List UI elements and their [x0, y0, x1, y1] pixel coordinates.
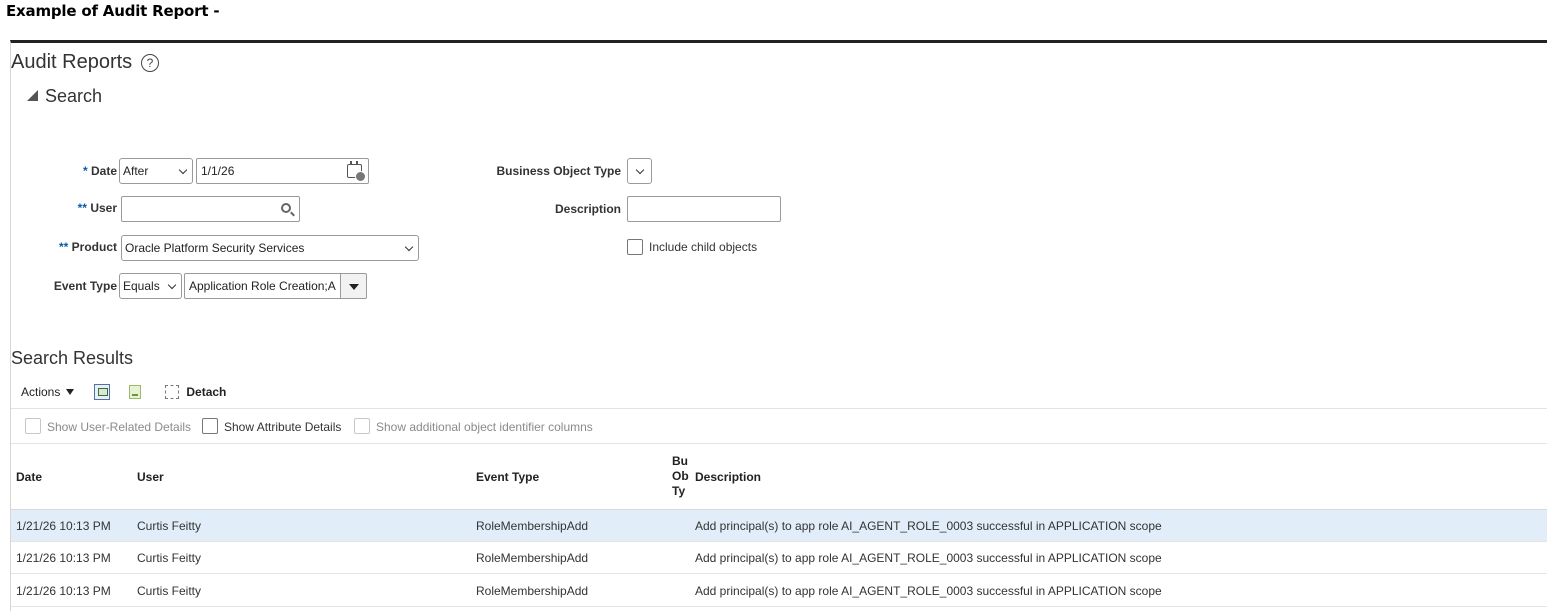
table-row[interactable]: 1/21/26 10:13 PM Curtis Feitty RoleMembe… — [11, 575, 1547, 607]
cell-description: Add principal(s) to app role AI_AGENT_RO… — [695, 584, 1162, 598]
cell-user: Curtis Feitty — [137, 519, 202, 533]
column-header-event-type[interactable]: Event Type — [476, 470, 539, 484]
column-header-business-object-type[interactable]: Bu Ob Ty — [672, 454, 692, 499]
date-operator-select[interactable]: After — [119, 158, 193, 184]
show-user-related-details-checkbox — [25, 418, 41, 434]
cell-user: Curtis Feitty — [137, 551, 202, 565]
required-marker: ** — [77, 201, 87, 215]
show-attribute-details-label: Show Attribute Details — [224, 420, 342, 434]
freeze-column-icon[interactable] — [129, 385, 142, 399]
collapse-triangle-icon — [27, 90, 38, 101]
description-input[interactable] — [627, 196, 781, 222]
include-child-objects-label: Include child objects — [649, 240, 758, 254]
search-section-label: Search — [45, 86, 103, 106]
search-results-title: Search Results — [11, 348, 134, 368]
event-type-operator-select[interactable]: Equals — [119, 273, 182, 299]
show-attribute-details-checkbox[interactable] — [202, 418, 218, 434]
date-input[interactable]: 1/1/26 — [196, 158, 369, 184]
results-table-header: Date User Event Type Bu Ob Ty Descriptio… — [11, 444, 1547, 510]
search-icon[interactable] — [281, 203, 291, 213]
product-label: ** Product — [58, 240, 117, 254]
detach-icon[interactable] — [165, 385, 180, 399]
column-header-date[interactable]: Date — [16, 470, 42, 484]
business-object-type-label: Business Object Type — [496, 164, 621, 178]
cell-date: 1/21/26 10:13 PM — [16, 551, 111, 565]
event-type-input[interactable]: Application Role Creation;A — [184, 273, 341, 299]
required-marker: ** — [58, 240, 69, 254]
cell-description: Add principal(s) to app role AI_AGENT_RO… — [695, 519, 1162, 533]
include-child-objects-checkbox[interactable] — [627, 239, 643, 255]
page-title: Audit Reports — [11, 51, 133, 73]
column-header-description[interactable]: Description — [695, 470, 761, 484]
export-to-excel-icon[interactable] — [94, 384, 111, 400]
search-section-toggle[interactable]: Search — [27, 86, 102, 107]
help-icon[interactable]: ? — [141, 54, 159, 72]
cell-description: Add principal(s) to app role AI_AGENT_RO… — [695, 551, 1162, 565]
description-label: Description — [554, 202, 621, 216]
date-label: * Date — [82, 164, 117, 178]
event-type-dropdown-button[interactable] — [340, 273, 367, 299]
divider — [11, 408, 1547, 409]
actions-menu[interactable]: Actions — [21, 385, 75, 399]
event-type-label: Event Type — [53, 279, 117, 293]
chevron-down-icon — [635, 165, 645, 175]
caption: Example of Audit Report - — [6, 2, 220, 20]
show-user-related-details-label: Show User-Related Details — [47, 420, 192, 434]
user-search-input[interactable] — [121, 196, 300, 222]
show-additional-object-identifier-columns-label: Show additional object identifier column… — [376, 420, 593, 434]
results-toolbar: Actions Detach — [21, 382, 226, 402]
business-object-type-select[interactable] — [627, 158, 652, 184]
product-select[interactable]: Oracle Platform Security Services — [121, 235, 419, 261]
cell-event-type: RoleMembershipAdd — [476, 584, 589, 598]
cell-event-type: RoleMembershipAdd — [476, 551, 589, 565]
cell-date: 1/21/26 10:13 PM — [16, 519, 111, 533]
table-row[interactable]: 1/21/26 10:13 PM Curtis Feitty RoleMembe… — [11, 542, 1547, 574]
required-marker: * — [82, 164, 88, 178]
detach-button[interactable]: Detach — [186, 385, 226, 399]
caret-down-icon — [66, 389, 75, 395]
cell-date: 1/21/26 10:13 PM — [16, 584, 111, 598]
table-row[interactable]: 1/21/26 10:13 PM Curtis Feitty RoleMembe… — [11, 510, 1547, 542]
user-label: ** User — [77, 201, 117, 215]
cell-event-type: RoleMembershipAdd — [476, 519, 589, 533]
cell-user: Curtis Feitty — [137, 584, 202, 598]
chevron-down-icon — [167, 280, 177, 290]
show-additional-object-identifier-columns-checkbox — [354, 418, 370, 434]
column-header-user[interactable]: User — [137, 470, 164, 484]
chevron-down-icon — [178, 165, 188, 175]
chevron-down-icon — [404, 242, 414, 252]
calendar-icon[interactable] — [347, 161, 366, 182]
